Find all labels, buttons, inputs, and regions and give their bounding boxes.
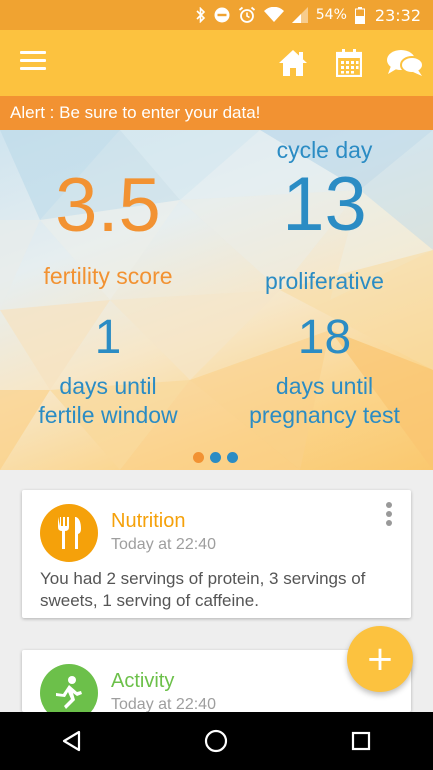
pager-dot-3[interactable] [227,452,238,463]
fertility-score-value: 3.5 [55,163,161,248]
recents-icon [351,731,370,751]
card-title: Nutrition [111,510,186,532]
fertile-window-label-line1: days until [59,373,157,399]
cycle-day-panel: cycle day 13 proliferative [216,136,433,296]
battery-icon [354,6,365,24]
add-entry-button[interactable]: + [347,626,413,692]
back-button[interactable] [42,712,102,770]
menu-icon[interactable] [20,51,46,73]
cycle-phase-label: proliferative [265,268,384,294]
status-bar: 54% 23:32 [0,0,433,30]
fork-knife-icon [40,504,98,562]
chat-icon [387,50,424,76]
more-options-icon[interactable] [385,502,393,528]
bluetooth-icon [196,7,206,23]
pregnancy-test-value: 18 [297,311,352,364]
nutrition-card[interactable]: Nutrition Today at 22:40 You had 2 servi… [22,490,411,618]
pager-dot-1[interactable] [193,452,204,463]
fertility-score-panel: 3.5 fertility score [0,168,216,291]
app-bar-actions [265,30,433,96]
alert-banner[interactable]: Alert : Be sure to enter your data! [0,96,433,130]
home-button[interactable] [265,30,321,96]
calendar-button[interactable] [321,30,377,96]
status-time: 23:32 [374,5,421,25]
back-icon [63,730,81,752]
fertile-window-panel: 1 days until fertile window [0,314,216,430]
system-nav-bar [0,712,433,770]
fertile-window-value: 1 [94,311,122,364]
pager-dot-2[interactable] [210,452,221,463]
alarm-icon [238,6,256,24]
card-timestamp: Today at 22:40 [111,536,216,553]
pregnancy-test-label-line2: pregnancy test [249,402,400,428]
battery-percent: 54% [315,7,347,23]
card-body: You had 2 servings of protein, 3 serving… [40,569,366,610]
pregnancy-test-panel: 18 days until pregnancy test [216,314,433,430]
do-not-disturb-icon [214,7,230,23]
home-nav-icon [205,729,228,753]
cycle-day-heading: cycle day [276,137,373,163]
cycle-day-value: 13 [282,162,367,247]
chat-button[interactable] [377,30,433,96]
card-timestamp: Today at 22:40 [111,696,216,712]
carousel-pager [193,452,238,463]
home-nav-button[interactable] [186,712,246,770]
card-title: Activity [111,670,175,692]
pregnancy-test-label-line1: days until [275,373,374,399]
app-bar [0,30,433,96]
signal-icon [291,7,308,23]
calendar-icon [336,49,362,77]
recents-button[interactable] [331,712,391,770]
fertile-window-label-line2: fertile window [38,402,178,428]
fertility-score-label: fertility score [43,263,173,289]
runner-icon [40,664,98,712]
cycle-summary-carousel[interactable]: 3.5 fertility score cycle day 13 prolife… [0,130,433,470]
home-icon [279,50,307,76]
wifi-icon [263,7,284,23]
